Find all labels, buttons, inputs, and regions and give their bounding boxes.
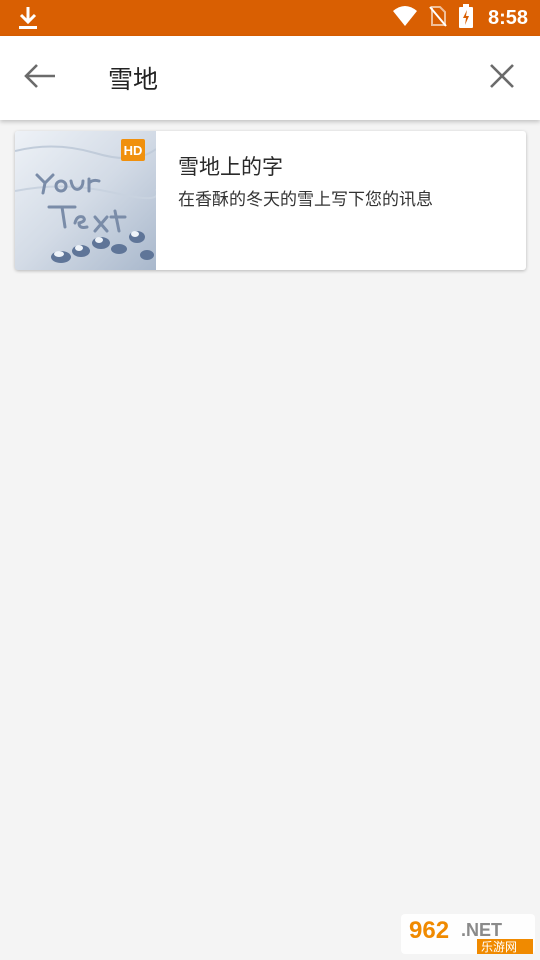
download-icon: [16, 5, 40, 31]
no-sim-icon: [428, 5, 448, 31]
svg-text:乐游网: 乐游网: [481, 940, 517, 954]
watermark-logo: 962 .NET 乐游网: [401, 912, 535, 956]
result-title: 雪地上的字: [178, 155, 283, 179]
status-time: 8:58: [487, 6, 528, 29]
status-icons: 8:58: [392, 0, 528, 36]
clear-search-button[interactable]: [478, 54, 526, 102]
result-description: 在香酥的冬天的雪上写下您的讯息: [178, 190, 433, 210]
result-thumbnail: HD: [15, 131, 156, 270]
hd-badge: HD: [121, 139, 145, 161]
battery-charging-icon: [458, 4, 474, 32]
svg-text:962: 962: [409, 917, 449, 944]
arrow-left-icon: [23, 62, 57, 94]
wifi-icon: [392, 5, 418, 31]
svg-text:.NET: .NET: [461, 920, 502, 940]
status-bar: 8:58: [0, 0, 540, 36]
search-header: [0, 36, 540, 120]
back-button[interactable]: [16, 54, 64, 102]
search-input[interactable]: [108, 56, 468, 100]
result-card[interactable]: HD 雪地上的字 在香酥的冬天的雪上写下您的讯息: [15, 131, 526, 270]
close-icon: [489, 63, 515, 93]
